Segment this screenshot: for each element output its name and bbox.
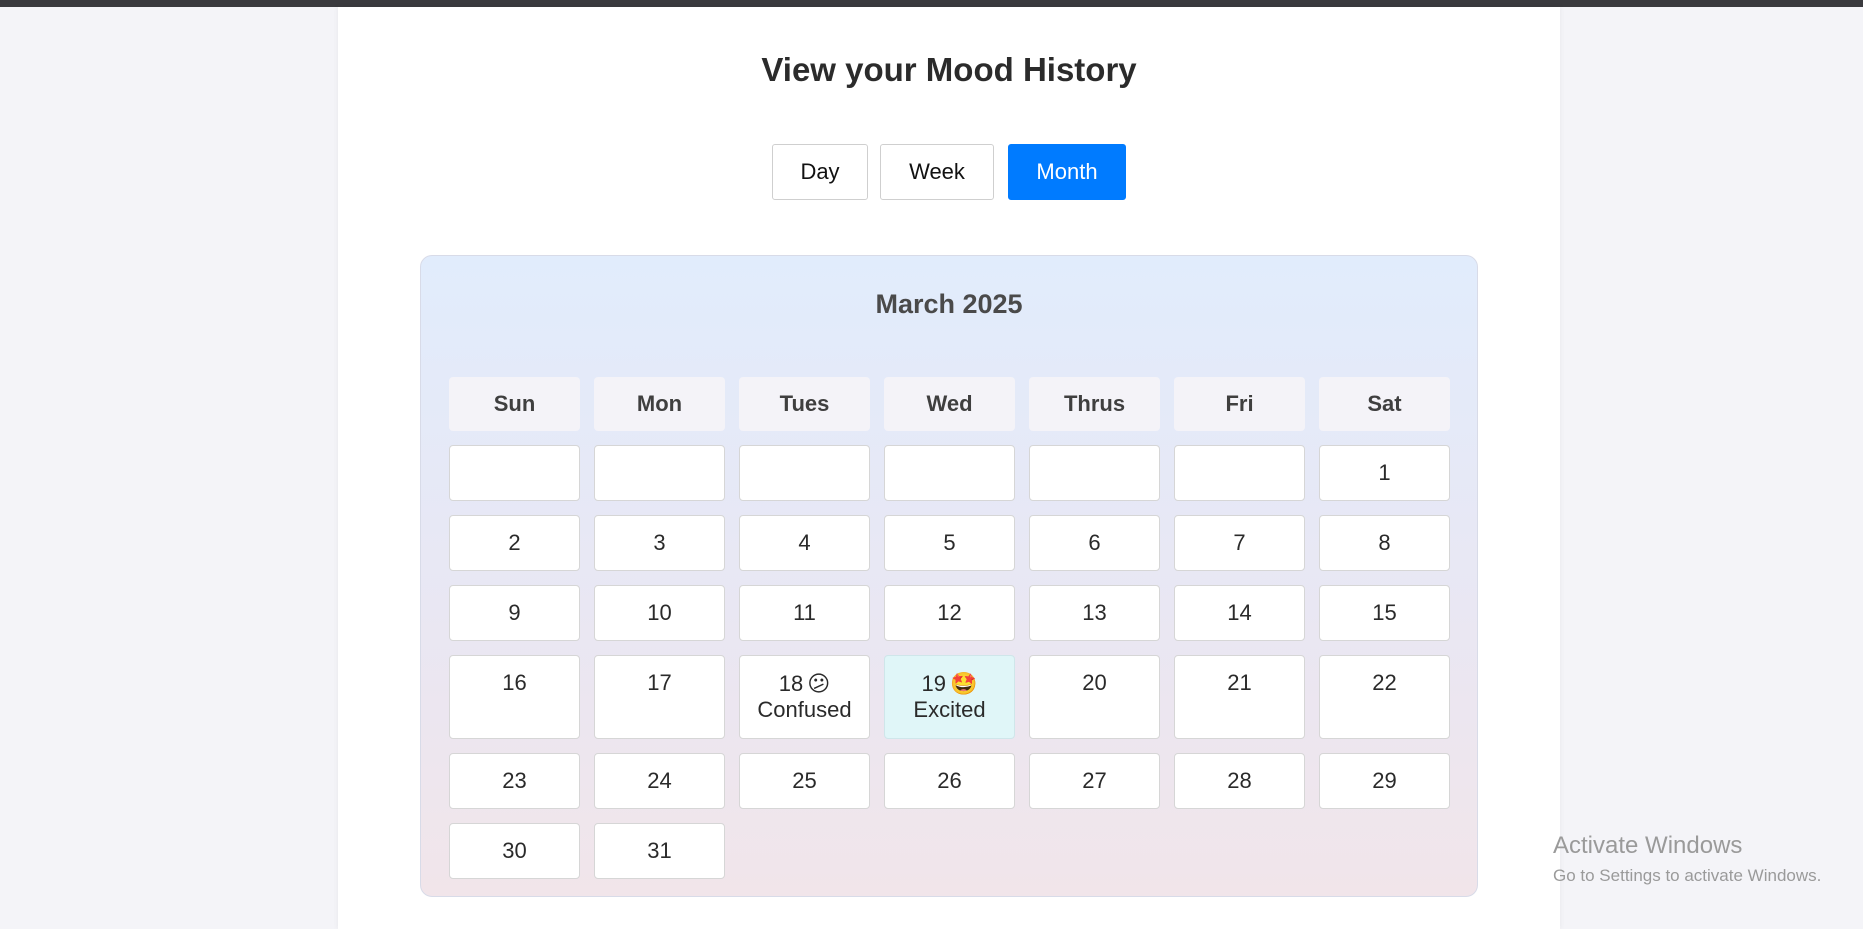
calendar-empty-cell bbox=[594, 445, 725, 501]
calendar-day-7[interactable]: 7 bbox=[1174, 515, 1305, 571]
calendar-day-30[interactable]: 30 bbox=[449, 823, 580, 879]
mood-history-page: View your Mood History Day Week Month Ma… bbox=[338, 7, 1560, 929]
calendar-day-11[interactable]: 11 bbox=[739, 585, 870, 641]
day-number: 18 bbox=[778, 671, 804, 696]
day-view-button[interactable]: Day bbox=[772, 144, 868, 200]
month-view-button[interactable]: Month bbox=[1008, 144, 1126, 200]
day-number: 24 bbox=[647, 768, 672, 793]
weekday-header-sat: Sat bbox=[1319, 377, 1450, 431]
calendar-day-4[interactable]: 4 bbox=[739, 515, 870, 571]
weekday-header-mon: Mon bbox=[594, 377, 725, 431]
day-number: 12 bbox=[937, 600, 962, 625]
calendar-day-12[interactable]: 12 bbox=[884, 585, 1015, 641]
calendar-day-13[interactable]: 13 bbox=[1029, 585, 1160, 641]
day-number: 23 bbox=[502, 768, 527, 793]
day-number: 4 bbox=[798, 530, 811, 555]
day-number: 29 bbox=[1372, 768, 1397, 793]
calendar-day-15[interactable]: 15 bbox=[1319, 585, 1450, 641]
day-number: 6 bbox=[1088, 530, 1101, 555]
weekday-header-thu: Thrus bbox=[1029, 377, 1160, 431]
activate-windows-watermark: Activate Windows Go to Settings to activ… bbox=[1553, 832, 1821, 886]
calendar-day-6[interactable]: 6 bbox=[1029, 515, 1160, 571]
day-number: 2 bbox=[508, 530, 521, 555]
weekday-header-tue: Tues bbox=[739, 377, 870, 431]
calendar-day-8[interactable]: 8 bbox=[1319, 515, 1450, 571]
day-number: 1 bbox=[1378, 460, 1391, 485]
calendar-day-26[interactable]: 26 bbox=[884, 753, 1015, 809]
calendar-empty-cell bbox=[884, 445, 1015, 501]
calendar-day-28[interactable]: 28 bbox=[1174, 753, 1305, 809]
calendar-day-14[interactable]: 14 bbox=[1174, 585, 1305, 641]
weekday-header-sun: Sun bbox=[449, 377, 580, 431]
calendar-day-21[interactable]: 21 bbox=[1174, 655, 1305, 739]
activate-windows-subtitle: Go to Settings to activate Windows. bbox=[1553, 866, 1822, 885]
day-number: 25 bbox=[792, 768, 817, 793]
calendar-day-9[interactable]: 9 bbox=[449, 585, 580, 641]
calendar-day-16[interactable]: 16 bbox=[449, 655, 580, 739]
calendar-empty-cell bbox=[1174, 445, 1305, 501]
calendar-day-3[interactable]: 3 bbox=[594, 515, 725, 571]
calendar-day-22[interactable]: 22 bbox=[1319, 655, 1450, 739]
day-number: 20 bbox=[1082, 670, 1107, 695]
calendar-day-29[interactable]: 29 bbox=[1319, 753, 1450, 809]
day-number: 21 bbox=[1227, 670, 1252, 695]
calendar-empty-cell bbox=[1029, 445, 1160, 501]
weekday-header-wed: Wed bbox=[884, 377, 1015, 431]
day-number: 13 bbox=[1082, 600, 1107, 625]
day-number: 11 bbox=[793, 600, 816, 625]
day-number: 22 bbox=[1372, 670, 1397, 695]
week-view-button[interactable]: Week bbox=[880, 144, 994, 200]
calendar-empty-cell bbox=[739, 445, 870, 501]
mood-emoji-icon: 🤩 bbox=[950, 671, 978, 696]
mood-emoji-icon: 😕 bbox=[807, 671, 831, 696]
day-number: 9 bbox=[508, 600, 521, 625]
calendar-day-1[interactable]: 1 bbox=[1319, 445, 1450, 501]
calendar-day-31[interactable]: 31 bbox=[594, 823, 725, 879]
day-number: 8 bbox=[1378, 530, 1391, 555]
day-number: 7 bbox=[1233, 530, 1246, 555]
day-number: 15 bbox=[1372, 600, 1397, 625]
calendar-grid: Sun Mon Tues Wed Thrus Fri Sat 123456789… bbox=[449, 377, 1450, 879]
calendar-day-5[interactable]: 5 bbox=[884, 515, 1015, 571]
mood-label: Excited bbox=[913, 697, 986, 722]
day-number: 31 bbox=[647, 838, 672, 863]
calendar-day-27[interactable]: 27 bbox=[1029, 753, 1160, 809]
browser-top-strip bbox=[0, 0, 1863, 7]
day-number: 16 bbox=[502, 670, 527, 695]
calendar-day-18[interactable]: 18 😕 Confused bbox=[739, 655, 870, 739]
day-number: 3 bbox=[653, 530, 666, 555]
day-number: 14 bbox=[1227, 600, 1252, 625]
calendar-day-25[interactable]: 25 bbox=[739, 753, 870, 809]
activate-windows-title: Activate Windows bbox=[1553, 832, 1743, 859]
month-label: March 2025 bbox=[875, 289, 1023, 319]
day-number: 19 bbox=[921, 671, 947, 696]
calendar-day-2[interactable]: 2 bbox=[449, 515, 580, 571]
page-title: View your Mood History bbox=[761, 51, 1137, 88]
day-number: 10 bbox=[647, 600, 672, 625]
day-number: 5 bbox=[943, 530, 956, 555]
weekday-header-fri: Fri bbox=[1174, 377, 1305, 431]
day-number: 17 bbox=[647, 670, 672, 695]
mood-label: Confused bbox=[757, 697, 852, 722]
day-number: 27 bbox=[1082, 768, 1107, 793]
month-calendar: March 2025 Sun Mon Tues Wed Thrus Fri Sa… bbox=[420, 255, 1478, 897]
calendar-day-23[interactable]: 23 bbox=[449, 753, 580, 809]
calendar-day-17[interactable]: 17 bbox=[594, 655, 725, 739]
calendar-day-10[interactable]: 10 bbox=[594, 585, 725, 641]
calendar-day-19[interactable]: 19 🤩 Excited bbox=[884, 655, 1015, 739]
calendar-day-24[interactable]: 24 bbox=[594, 753, 725, 809]
day-number: 28 bbox=[1227, 768, 1252, 793]
calendar-empty-cell bbox=[449, 445, 580, 501]
day-number: 26 bbox=[937, 768, 962, 793]
day-number: 30 bbox=[502, 838, 527, 863]
calendar-day-20[interactable]: 20 bbox=[1029, 655, 1160, 739]
